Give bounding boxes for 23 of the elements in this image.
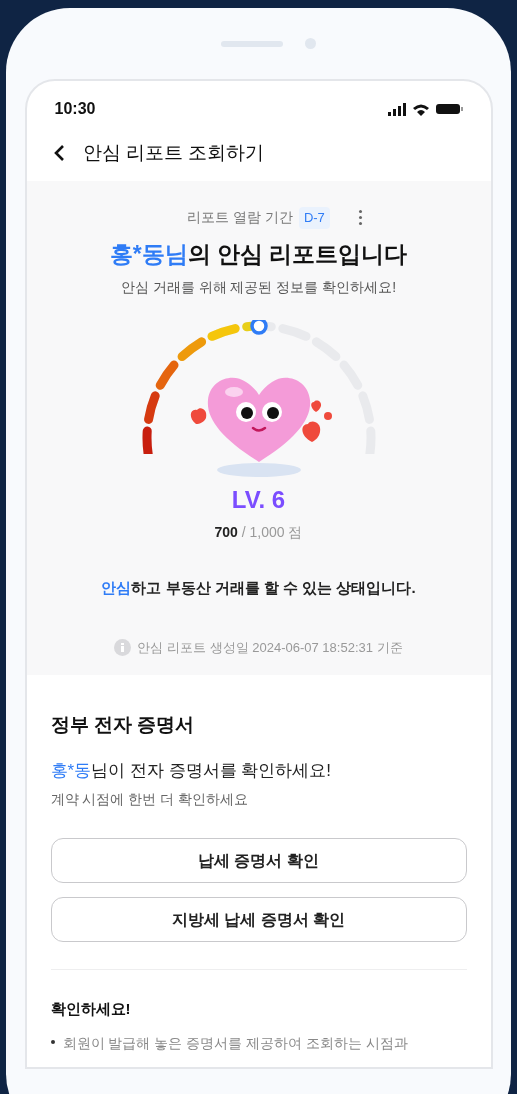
- status-time: 10:30: [54, 99, 96, 119]
- back-button[interactable]: [52, 143, 67, 163]
- section-title: 정부 전자 증명서: [50, 713, 196, 737]
- level-label: LV. 6: [231, 485, 286, 515]
- period-label: 리포트 열람 기간: [187, 208, 293, 228]
- report-subtitle: 안심 거래를 위해 제공된 정보를 확인하세요!: [120, 278, 397, 297]
- certificate-hint: 계약 시점에 한번 더 확인하세요: [50, 790, 250, 809]
- battery-icon: [435, 104, 463, 114]
- checklist-title: 확인하세요!: [50, 999, 132, 1019]
- certificate-button[interactable]: 납세 증명서 확인: [50, 838, 467, 883]
- report-title: 홍*동님의 안심 리포트입니다: [109, 239, 408, 269]
- page-title: 안심 리포트 조회하기: [82, 140, 265, 165]
- wifi-icon: [412, 102, 429, 116]
- signal-icon: [387, 102, 406, 116]
- checklist-item: 회원이 발급해 놓은 증명서를 제공하여 조회하는 시점과: [62, 1033, 408, 1053]
- status-message: 안심하고 부동산 거래를 할 수 있는 상태입니다.: [101, 578, 416, 598]
- period-badge: D-7: [298, 207, 330, 229]
- generated-date: 안심 리포트 생성일 2024-06-07 18:52:31 기준: [137, 638, 403, 657]
- info-icon: [114, 638, 132, 656]
- score-text: 700 / 1,000 점: [214, 523, 303, 542]
- certificate-notice: 홍*동님이 전자 증명서를 확인하세요!: [50, 759, 333, 782]
- certificate-button[interactable]: 지방세 납세 증명서 확인: [50, 897, 467, 942]
- more-button[interactable]: [357, 210, 364, 226]
